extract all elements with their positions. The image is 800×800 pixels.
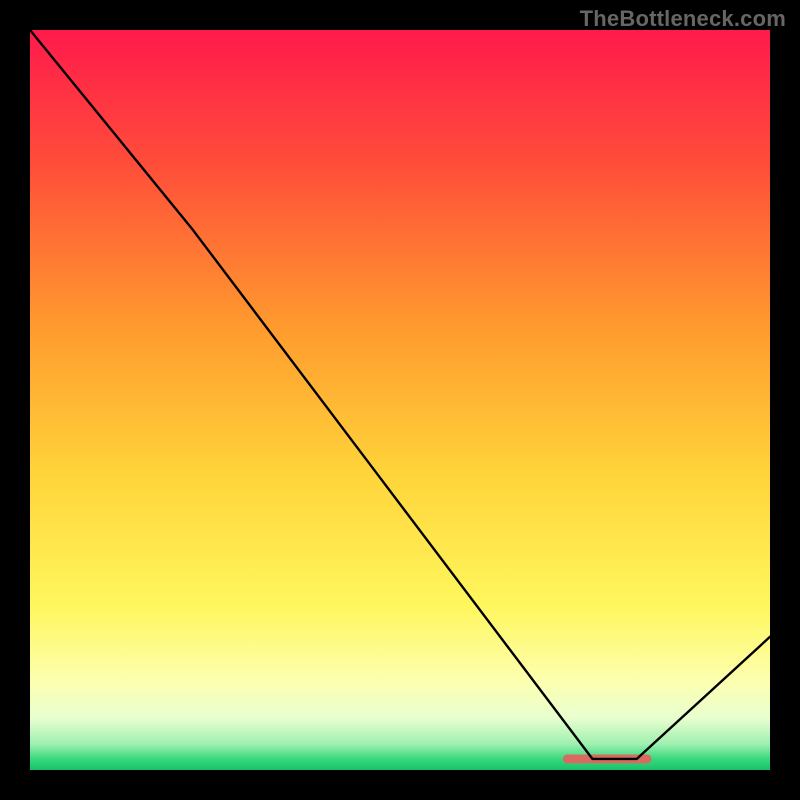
watermark-text: TheBottleneck.com — [580, 6, 786, 32]
plot-area — [30, 30, 770, 770]
gradient-background — [30, 30, 770, 770]
chart-frame: TheBottleneck.com — [0, 0, 800, 800]
chart-svg — [30, 30, 770, 770]
